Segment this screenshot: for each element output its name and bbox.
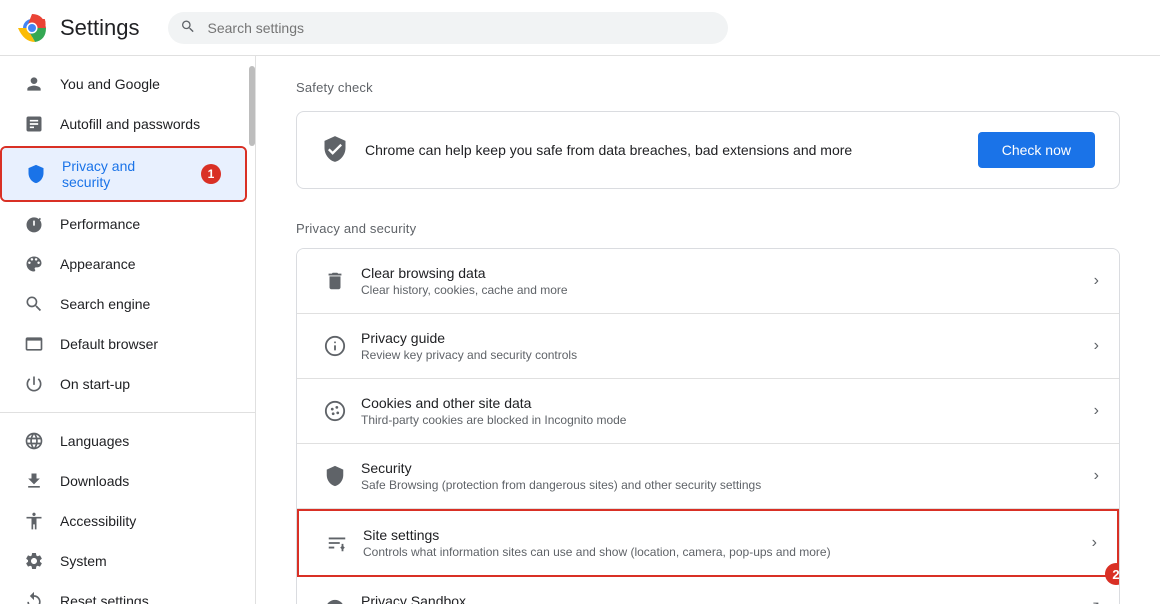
- sidebar-item-label: Appearance: [60, 256, 136, 272]
- person-icon: [24, 74, 44, 94]
- autofill-icon: [24, 114, 44, 134]
- settings-item-clear-browsing[interactable]: Clear browsing data Clear history, cooki…: [297, 249, 1119, 314]
- settings-item-desc: Clear history, cookies, cache and more: [361, 283, 1094, 297]
- settings-item-title: Clear browsing data: [361, 265, 1094, 281]
- chevron-right-icon: ›: [1094, 272, 1099, 290]
- security-icon: [317, 458, 353, 494]
- settings-item-desc: Controls what information sites can use …: [363, 545, 1092, 559]
- safety-check-title: Safety check: [296, 80, 1120, 95]
- sidebar-item-label: Default browser: [60, 336, 158, 352]
- sidebar-item-label: Reset settings: [60, 593, 149, 604]
- download-icon: [24, 471, 44, 491]
- accessibility-icon: [24, 511, 44, 531]
- sidebar-item-accessibility[interactable]: Accessibility: [0, 501, 247, 541]
- badge-1: 1: [201, 164, 221, 184]
- sidebar-item-label: Autofill and passwords: [60, 116, 200, 132]
- shield-check-icon: [321, 135, 349, 166]
- browser-icon: [24, 334, 44, 354]
- sidebar-item-you-and-google[interactable]: You and Google: [0, 64, 247, 104]
- settings-item-security[interactable]: Security Safe Browsing (protection from …: [297, 444, 1119, 509]
- sidebar-item-on-startup[interactable]: On start-up: [0, 364, 247, 404]
- settings-item-title: Security: [361, 460, 1094, 476]
- settings-item-title: Privacy guide: [361, 330, 1094, 346]
- settings-item-cookies[interactable]: Cookies and other site data Third-party …: [297, 379, 1119, 444]
- content-area: Safety check Chrome can help keep you sa…: [256, 56, 1160, 604]
- sidebar-item-label: Accessibility: [60, 513, 136, 529]
- privacy-guide-icon: [317, 328, 353, 364]
- appearance-icon: [24, 254, 44, 274]
- sidebar-item-performance[interactable]: Performance: [0, 204, 247, 244]
- sidebar-item-label: System: [60, 553, 107, 569]
- settings-item-privacy-guide[interactable]: Privacy guide Review key privacy and sec…: [297, 314, 1119, 379]
- sidebar-divider: [0, 412, 255, 413]
- sidebar-item-label: Privacy and security: [62, 158, 185, 190]
- chevron-right-icon: ›: [1094, 467, 1099, 485]
- safety-card-text: Chrome can help keep you safe from data …: [365, 142, 852, 158]
- sidebar-item-default-browser[interactable]: Default browser: [0, 324, 247, 364]
- page-title: Settings: [60, 15, 140, 41]
- sidebar-item-languages[interactable]: Languages: [0, 421, 247, 461]
- scrollbar-thumb[interactable]: [249, 66, 255, 146]
- search-bar: [168, 12, 728, 44]
- cookie-icon: [317, 393, 353, 429]
- settings-item-content: Clear browsing data Clear history, cooki…: [361, 265, 1094, 297]
- main-layout: You and Google Autofill and passwords Pr…: [0, 56, 1160, 604]
- external-link-icon: ⤢: [1085, 599, 1099, 604]
- search-icon: [180, 18, 196, 37]
- chevron-right-icon: ›: [1094, 402, 1099, 420]
- search-engine-icon: [24, 294, 44, 314]
- settings-item-desc: Safe Browsing (protection from dangerous…: [361, 478, 1094, 492]
- settings-item-site-settings[interactable]: Site settings Controls what information …: [297, 509, 1119, 577]
- startup-icon: [24, 374, 44, 394]
- settings-item-content: Privacy Sandbox Trial features are off: [361, 593, 1085, 604]
- site-settings-wrapper: Site settings Controls what information …: [297, 509, 1119, 577]
- privacy-section-title: Privacy and security: [296, 221, 1120, 236]
- settings-item-title: Cookies and other site data: [361, 395, 1094, 411]
- settings-item-content: Security Safe Browsing (protection from …: [361, 460, 1094, 492]
- sidebar: You and Google Autofill and passwords Pr…: [0, 56, 256, 604]
- search-input[interactable]: [168, 12, 728, 44]
- system-icon: [24, 551, 44, 571]
- performance-icon: [24, 214, 44, 234]
- reset-icon: [24, 591, 44, 604]
- chrome-logo: [16, 12, 48, 44]
- settings-item-title: Site settings: [363, 527, 1092, 543]
- safety-check-card: Chrome can help keep you safe from data …: [296, 111, 1120, 189]
- site-settings-icon: [319, 525, 355, 561]
- sidebar-item-reset-settings[interactable]: Reset settings: [0, 581, 247, 604]
- settings-item-content: Site settings Controls what information …: [363, 527, 1092, 559]
- settings-item-title: Privacy Sandbox: [361, 593, 1085, 604]
- sidebar-item-autofill[interactable]: Autofill and passwords: [0, 104, 247, 144]
- sidebar-item-privacy-wrapper: Privacy and security 1: [0, 146, 247, 202]
- sidebar-item-system[interactable]: System: [0, 541, 247, 581]
- header: Settings: [0, 0, 1160, 56]
- sidebar-item-label: Performance: [60, 216, 140, 232]
- sidebar-item-downloads[interactable]: Downloads: [0, 461, 247, 501]
- shield-icon: [26, 164, 46, 184]
- settings-item-content: Privacy guide Review key privacy and sec…: [361, 330, 1094, 362]
- globe-icon: [24, 431, 44, 451]
- sidebar-item-search-engine[interactable]: Search engine: [0, 284, 247, 324]
- sidebar-item-label: Languages: [60, 433, 129, 449]
- sandbox-icon: [317, 591, 353, 604]
- check-now-button[interactable]: Check now: [978, 132, 1095, 168]
- sidebar-item-label: Search engine: [60, 296, 150, 312]
- sidebar-item-label: You and Google: [60, 76, 160, 92]
- chevron-right-icon: ›: [1092, 534, 1097, 552]
- safety-card-left: Chrome can help keep you safe from data …: [321, 135, 852, 166]
- settings-item-desc: Third-party cookies are blocked in Incog…: [361, 413, 1094, 427]
- chevron-right-icon: ›: [1094, 337, 1099, 355]
- sidebar-item-label: On start-up: [60, 376, 130, 392]
- settings-item-content: Cookies and other site data Third-party …: [361, 395, 1094, 427]
- sidebar-item-label: Downloads: [60, 473, 129, 489]
- sidebar-item-appearance[interactable]: Appearance: [0, 244, 247, 284]
- settings-item-desc: Review key privacy and security controls: [361, 348, 1094, 362]
- settings-item-privacy-sandbox[interactable]: Privacy Sandbox Trial features are off ⤢: [297, 577, 1119, 604]
- settings-list: Clear browsing data Clear history, cooki…: [296, 248, 1120, 604]
- badge-2: 2: [1105, 563, 1120, 585]
- trash-icon: [317, 263, 353, 299]
- sidebar-item-privacy-and-security[interactable]: Privacy and security 1: [2, 148, 245, 200]
